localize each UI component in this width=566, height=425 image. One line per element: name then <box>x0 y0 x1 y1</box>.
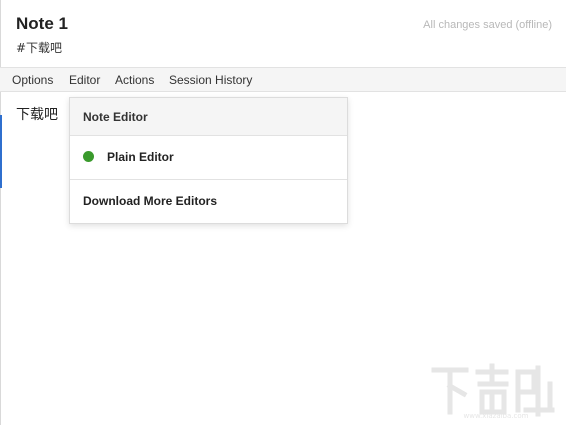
download-more-editors-label: Download More Editors <box>83 194 218 208</box>
editor-dropdown-menu: Note Editor Plain Editor Download More E… <box>69 97 348 224</box>
selection-accent-bar <box>0 115 2 188</box>
menu-actions[interactable]: Actions <box>115 73 154 87</box>
menu-bar: Options Editor Actions Session History <box>0 67 566 92</box>
menu-session-history[interactable]: Session History <box>169 73 252 87</box>
dropdown-header: Note Editor <box>70 98 347 136</box>
note-title[interactable]: Note 1 <box>16 14 68 34</box>
menu-options[interactable]: Options <box>12 73 53 87</box>
svg-text:www.xiazaiba.com: www.xiazaiba.com <box>464 412 529 420</box>
menu-editor[interactable]: Editor <box>69 73 100 87</box>
download-more-editors-option[interactable]: Download More Editors <box>70 180 347 224</box>
plain-editor-option[interactable]: Plain Editor <box>70 136 347 180</box>
watermark-logo-icon: www.xiazaiba.com <box>431 363 555 420</box>
plain-editor-label: Plain Editor <box>107 150 174 164</box>
active-status-dot-icon <box>83 151 94 162</box>
save-status: All changes saved (offline) <box>423 19 552 31</box>
note-body-text[interactable]: 下载吧 <box>16 104 58 124</box>
note-tag[interactable]: #下载吧 <box>16 39 62 56</box>
note-header: Note 1 #下载吧 All changes saved (offline) <box>0 0 566 67</box>
